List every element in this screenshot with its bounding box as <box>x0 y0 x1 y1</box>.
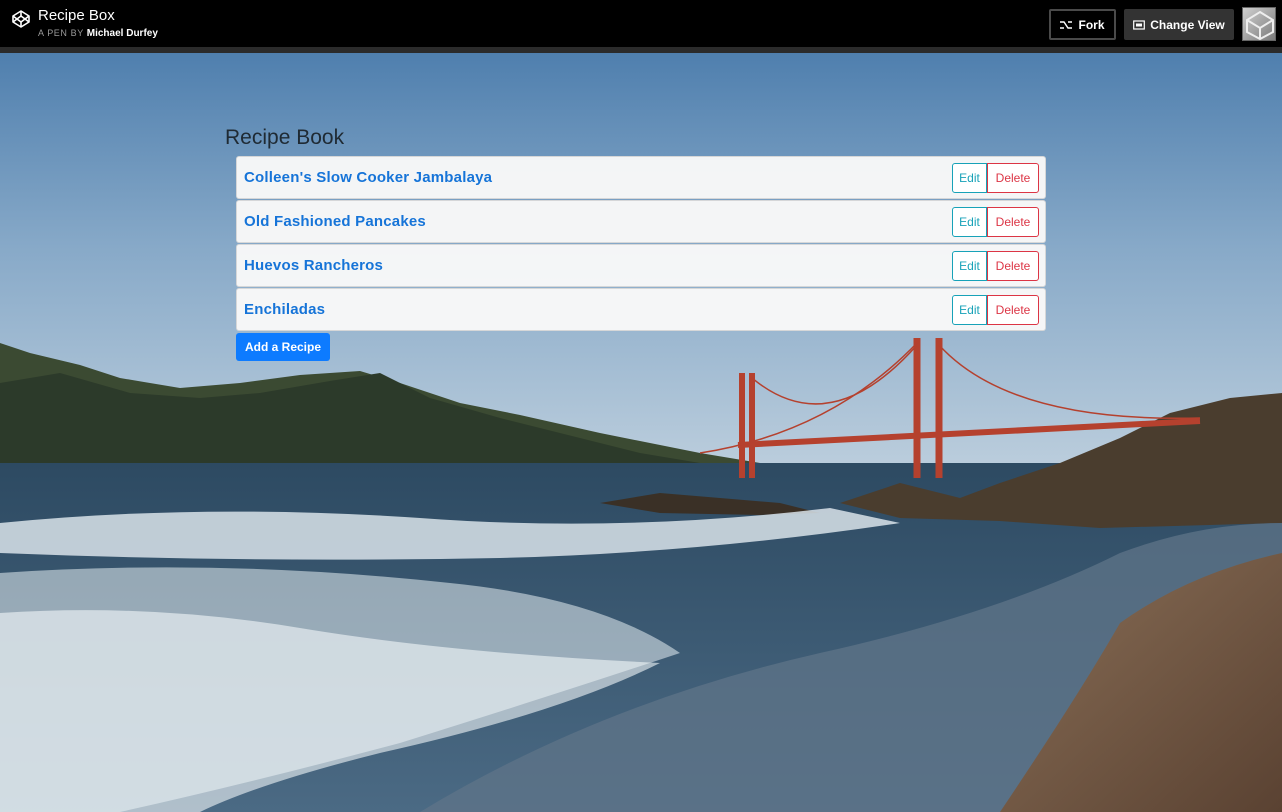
pen-byline: A PEN BY Michael Durfey <box>38 28 158 39</box>
pen-title: Recipe Box <box>38 7 115 24</box>
recipe-name-link[interactable]: Colleen's Slow Cooker Jambalaya <box>244 169 492 186</box>
recipe-item: Colleen's Slow Cooker Jambalaya Edit Del… <box>236 156 1046 199</box>
delete-button[interactable]: Delete <box>987 251 1039 281</box>
recipe-actions: Edit Delete <box>952 163 1039 193</box>
edit-button[interactable]: Edit <box>952 163 987 193</box>
edit-button[interactable]: Edit <box>952 207 987 237</box>
recipe-actions: Edit Delete <box>952 251 1039 281</box>
codepen-logo-icon[interactable] <box>11 9 31 29</box>
delete-button[interactable]: Delete <box>987 295 1039 325</box>
add-recipe-button[interactable]: Add a Recipe <box>236 333 330 361</box>
change-view-label: Change View <box>1150 17 1225 32</box>
edit-button[interactable]: Edit <box>952 295 987 325</box>
recipe-item: Enchiladas Edit Delete <box>236 288 1046 331</box>
recipe-actions: Edit Delete <box>952 295 1039 325</box>
fork-icon <box>1060 20 1073 29</box>
change-view-icon <box>1133 19 1146 30</box>
recipe-actions: Edit Delete <box>952 207 1039 237</box>
author-link[interactable]: Michael Durfey <box>87 28 158 39</box>
recipe-item: Huevos Rancheros Edit Delete <box>236 244 1046 287</box>
recipe-list: Colleen's Slow Cooker Jambalaya Edit Del… <box>236 156 1046 332</box>
avatar[interactable] <box>1242 7 1276 41</box>
edit-button[interactable]: Edit <box>952 251 987 281</box>
top-bar: Recipe Box A PEN BY Michael Durfey Fork … <box>0 0 1282 47</box>
fork-button[interactable]: Fork <box>1049 9 1116 40</box>
byline-prefix: A PEN BY <box>38 28 84 38</box>
change-view-button[interactable]: Change View <box>1124 9 1234 40</box>
recipe-name-link[interactable]: Huevos Rancheros <box>244 257 383 274</box>
avatar-icon <box>1246 10 1274 41</box>
recipe-name-link[interactable]: Old Fashioned Pancakes <box>244 213 426 230</box>
delete-button[interactable]: Delete <box>987 207 1039 237</box>
fork-label: Fork <box>1078 17 1105 32</box>
recipe-book-heading: Recipe Book <box>225 126 345 149</box>
recipe-name-link[interactable]: Enchiladas <box>244 301 325 318</box>
recipe-item: Old Fashioned Pancakes Edit Delete <box>236 200 1046 243</box>
delete-button[interactable]: Delete <box>987 163 1039 193</box>
